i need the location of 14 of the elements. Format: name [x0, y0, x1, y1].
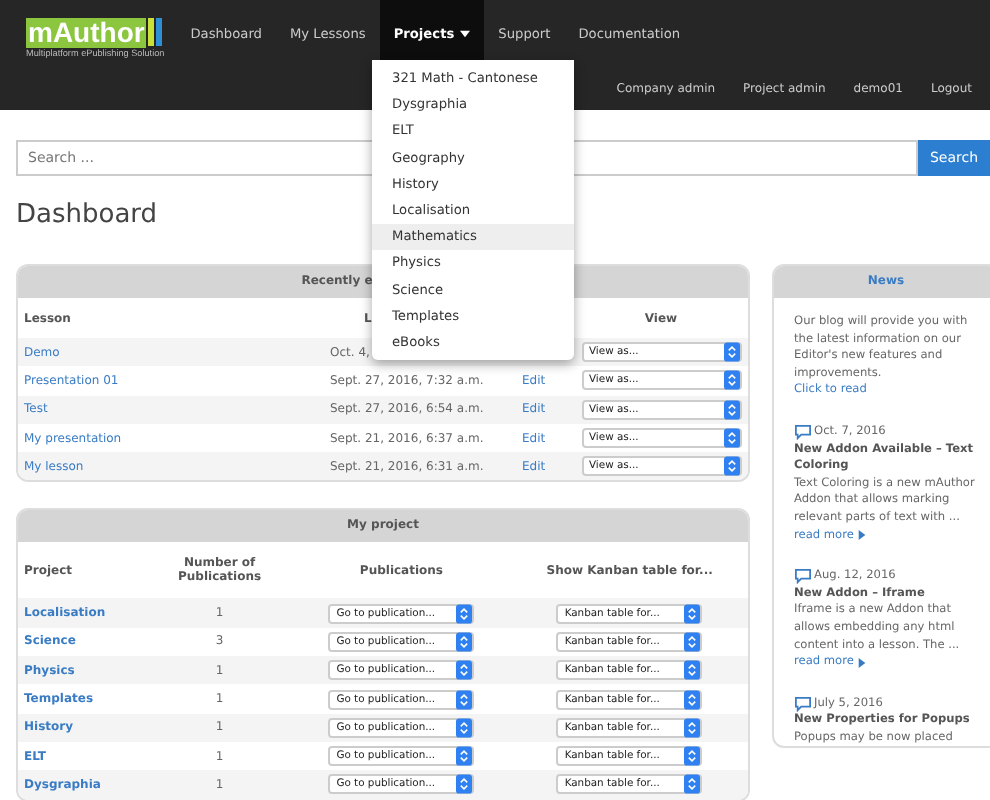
comment-icon: [794, 695, 812, 712]
comment-icon: [794, 568, 812, 585]
page-title: Dashboard: [16, 198, 158, 234]
triangle-icon: [857, 657, 866, 668]
stepper-icon: [684, 689, 701, 710]
stepper-icon: [684, 746, 701, 767]
stepper-icon: [456, 689, 473, 710]
triangle-icon: [857, 530, 866, 541]
stepper-icon: [723, 428, 739, 449]
stepper-icon: [723, 370, 739, 391]
stepper-icon: [456, 631, 473, 652]
stepper-icon: [684, 631, 701, 652]
stepper-icon: [456, 746, 473, 767]
comment-icon: [794, 424, 812, 441]
